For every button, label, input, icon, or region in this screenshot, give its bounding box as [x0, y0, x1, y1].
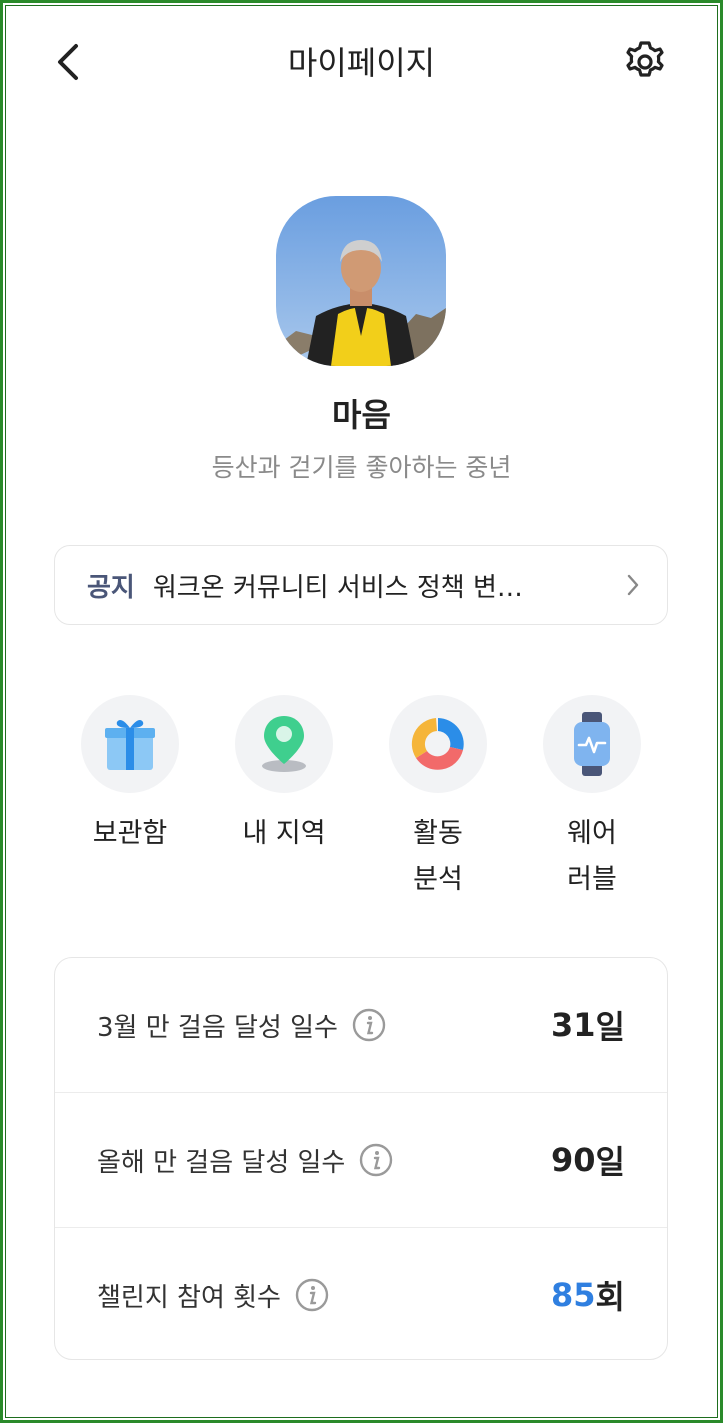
menu-my-region[interactable]: 내 지역 — [214, 695, 354, 857]
notice-banner[interactable]: 공지 워크온 커뮤니티 서비스 정책 변… — [54, 545, 668, 625]
info-icon[interactable] — [352, 1008, 386, 1042]
stat-row-yearly-goal: 올해 만 걸음 달성 일수 90 일 — [55, 1092, 667, 1227]
stat-row-challenge-count[interactable]: 챌린지 참여 횟수 85 회 — [55, 1227, 667, 1362]
stat-value: 90 일 — [551, 1141, 625, 1181]
stats-card: 3월 만 걸음 달성 일수 31 일 올해 만 걸음 달성 일수 90 일 챌린지 … — [54, 957, 668, 1360]
menu-activity-analysis-circle — [389, 695, 487, 793]
menu-label: 내 지역 — [242, 818, 326, 849]
menu-storage-circle — [81, 695, 179, 793]
notice-text: 워크온 커뮤니티 서비스 정책 변… — [152, 572, 523, 603]
settings-button[interactable] — [620, 36, 674, 90]
stat-label: 3월 만 걸음 달성 일수 — [97, 1012, 338, 1043]
chevron-right-icon — [627, 574, 639, 596]
gift-box-icon — [105, 720, 155, 770]
page-title: 마이페이지 — [287, 44, 436, 82]
profile-photo — [276, 196, 446, 366]
stat-value: 85 회 — [551, 1276, 625, 1316]
notice-tag: 공지 — [87, 572, 135, 603]
menu-activity-analysis[interactable]: 활동 분석 — [368, 695, 508, 903]
info-icon[interactable] — [295, 1278, 329, 1312]
stat-label: 올해 만 걸음 달성 일수 — [97, 1147, 346, 1178]
menu-storage[interactable]: 보관함 — [60, 695, 200, 857]
nickname: 마음 — [332, 396, 391, 434]
stat-value: 31 일 — [551, 1006, 625, 1046]
menu-label: 보관함 — [92, 818, 168, 849]
location-pin-icon — [262, 716, 306, 772]
menu-label: 웨어 러블 — [567, 818, 617, 895]
stat-label: 챌린지 참여 횟수 — [97, 1282, 281, 1313]
avatar[interactable] — [276, 196, 446, 366]
menu-label: 활동 분석 — [413, 818, 463, 895]
smartwatch-icon — [574, 712, 610, 776]
profile-bio: 등산과 걷기를 좋아하는 중년 — [211, 453, 512, 482]
donut-chart-icon — [411, 718, 464, 770]
stat-row-monthly-goal: 3월 만 걸음 달성 일수 31 일 — [55, 958, 667, 1092]
menu-wearable[interactable]: 웨어 러블 — [522, 695, 662, 903]
menu-wearable-circle — [543, 695, 641, 793]
gear-icon — [626, 41, 664, 77]
info-icon[interactable] — [359, 1143, 393, 1177]
menu-my-region-circle — [235, 695, 333, 793]
